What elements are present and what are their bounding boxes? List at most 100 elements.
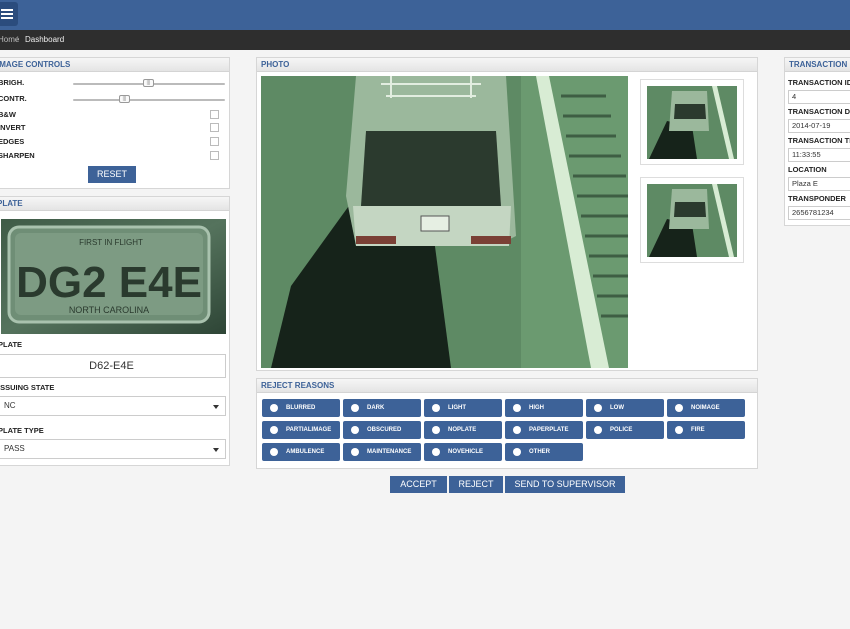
invert-label: INVERT — [0, 123, 26, 132]
reject-reason-label: NOPLATE — [448, 427, 477, 433]
reject-reason-noplate[interactable]: NOPLATE — [424, 421, 502, 439]
reject-reason-novehicle[interactable]: NOVEHICLE — [424, 443, 502, 461]
photo-title: PHOTO — [257, 58, 757, 72]
thumbnail-2[interactable] — [640, 177, 744, 263]
reject-reason-label: PARTIALIMAGE — [286, 427, 332, 433]
hamburger-icon[interactable] — [0, 2, 18, 26]
plate-panel: PLATE FIRST IN FLIGHT DG2 E4E NORTH CARO… — [0, 196, 230, 466]
bw-checkbox[interactable] — [210, 110, 219, 119]
image-controls-panel: IMAGE CONTROLS BRIGH. ||| CONTR. ||| B&W… — [0, 57, 230, 189]
reject-reason-label: MAINTENANCE — [367, 449, 412, 455]
accept-button[interactable]: ACCEPT — [390, 476, 447, 493]
reject-reason-noimage[interactable]: NOIMAGE — [667, 399, 745, 417]
reject-reason-paperplate[interactable]: PAPERPLATE — [505, 421, 583, 439]
brightness-slider[interactable]: ||| — [73, 79, 225, 87]
reject-reason-police[interactable]: POLICE — [586, 421, 664, 439]
radio-icon — [270, 448, 278, 456]
edges-label: EDGES — [0, 137, 25, 146]
reject-reason-label: NOIMAGE — [691, 405, 720, 411]
location-field[interactable]: Plaza E — [788, 177, 850, 191]
reject-reason-label: LIGHT — [448, 405, 466, 411]
transaction-date-field[interactable]: 2014-07-19 — [788, 119, 850, 133]
reset-button[interactable]: RESET — [88, 166, 136, 183]
location-label: LOCATION — [788, 165, 827, 174]
reject-reason-label: FIRE — [691, 427, 705, 433]
photo-panel: PHOTO — [256, 57, 758, 371]
reject-reason-label: OTHER — [529, 449, 550, 455]
reject-reason-light[interactable]: LIGHT — [424, 399, 502, 417]
reject-reason-other[interactable]: OTHER — [505, 443, 583, 461]
plate-crop-top-text: FIRST IN FLIGHT — [79, 238, 143, 247]
reject-button[interactable]: REJECT — [449, 476, 503, 493]
plate-input[interactable]: D62-E4E — [0, 354, 226, 378]
transponder-label: TRANSPONDER — [788, 194, 846, 203]
breadcrumb-current: Dashboard — [25, 35, 65, 44]
transaction-time-field[interactable]: 11:33:55 — [788, 148, 850, 162]
reject-reason-dark[interactable]: DARK — [343, 399, 421, 417]
vehicle-photo[interactable] — [261, 76, 628, 368]
reject-reasons-title: REJECT REASONS — [257, 379, 757, 393]
chevron-down-icon — [213, 448, 219, 452]
transaction-time-label: TRANSACTION TIME — [788, 136, 850, 145]
brightness-slider-thumb[interactable]: ||| — [143, 79, 154, 87]
radio-icon — [513, 448, 521, 456]
reject-reason-label: AMBULENCE — [286, 449, 325, 455]
radio-icon — [432, 426, 440, 434]
reject-reason-label: LOW — [610, 405, 624, 411]
breadcrumb-separator: / — [16, 35, 19, 44]
edges-checkbox[interactable] — [210, 137, 219, 146]
reject-reason-fire[interactable]: FIRE — [667, 421, 745, 439]
plate-label: PLATE — [0, 340, 23, 349]
plate-type-value: PASS — [4, 444, 25, 453]
image-controls-title: IMAGE CONTROLS — [0, 58, 229, 72]
breadcrumb: Home / Dashboard — [0, 30, 850, 50]
reject-reason-label: HIGH — [529, 405, 544, 411]
plate-crop-image: FIRST IN FLIGHT DG2 E4E NORTH CAROLINA — [1, 219, 226, 334]
contrast-slider[interactable]: ||| — [73, 95, 225, 103]
plate-title: PLATE — [0, 197, 229, 211]
reject-reason-blurred[interactable]: BLURRED — [262, 399, 340, 417]
radio-icon — [351, 448, 359, 456]
thumbnail-1[interactable] — [640, 79, 744, 165]
thumbnail-2-image — [647, 184, 737, 257]
sharpen-label: SHARPEN — [0, 151, 35, 160]
plate-type-label: PLATE TYPE — [0, 426, 44, 435]
invert-checkbox[interactable] — [210, 123, 219, 132]
issuing-state-select[interactable]: NC — [0, 396, 226, 416]
radio-icon — [351, 404, 359, 412]
chevron-down-icon — [213, 405, 219, 409]
transaction-date-label: TRANSACTION DATE — [788, 107, 850, 116]
reject-reason-low[interactable]: LOW — [586, 399, 664, 417]
contrast-slider-thumb[interactable]: ||| — [119, 95, 130, 103]
transponder-field[interactable]: 2656781234 — [788, 206, 850, 220]
reject-reason-label: PAPERPLATE — [529, 427, 569, 433]
reject-reason-label: DARK — [367, 405, 385, 411]
radio-icon — [675, 426, 683, 434]
bw-label: B&W — [0, 110, 16, 119]
reject-reason-maintenance[interactable]: MAINTENANCE — [343, 443, 421, 461]
plate-crop-text: DG2 E4E — [16, 258, 202, 307]
radio-icon — [432, 404, 440, 412]
radio-icon — [513, 426, 521, 434]
send-to-supervisor-button[interactable]: SEND TO SUPERVISOR — [505, 476, 625, 493]
plate-crop-bottom-text: NORTH CAROLINA — [69, 305, 149, 315]
thumbnail-1-image — [647, 86, 737, 159]
reject-reason-label: POLICE — [610, 427, 633, 433]
plate-input-value: D62-E4E — [89, 360, 134, 372]
issuing-state-label: ISSUING STATE — [0, 383, 55, 392]
reject-reason-high[interactable]: HIGH — [505, 399, 583, 417]
radio-icon — [675, 404, 683, 412]
sharpen-checkbox[interactable] — [210, 151, 219, 160]
reject-reason-partialimage[interactable]: PARTIALIMAGE — [262, 421, 340, 439]
transaction-info-title: TRANSACTION INFO — [785, 58, 850, 72]
reject-reason-ambulence[interactable]: AMBULENCE — [262, 443, 340, 461]
transaction-id-field[interactable]: 4 — [788, 90, 850, 104]
radio-icon — [432, 448, 440, 456]
reject-reason-obscured[interactable]: OBSCURED — [343, 421, 421, 439]
transaction-info-panel: TRANSACTION INFO TRANSACTION ID 4 TRANSA… — [784, 57, 850, 226]
radio-icon — [594, 426, 602, 434]
plate-type-select[interactable]: PASS — [0, 439, 226, 459]
transaction-id-label: TRANSACTION ID — [788, 78, 850, 87]
radio-icon — [351, 426, 359, 434]
reject-reason-label: OBSCURED — [367, 427, 402, 433]
